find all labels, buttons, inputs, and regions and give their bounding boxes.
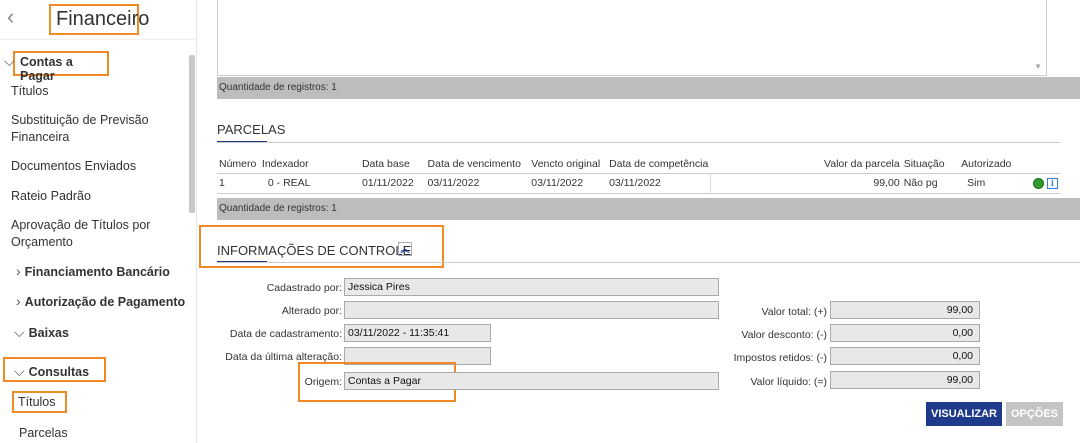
collapse-up-icon[interactable]: ︽ (398, 242, 412, 256)
top-list-count: Quantidade de registros: 1 (217, 77, 1080, 99)
column-header-actions (1019, 156, 1060, 173)
sidebar-group-autorizacao[interactable]: › Autorização de Pagamento (16, 293, 185, 309)
valor-desconto-label: Valor desconto: (-) (741, 329, 827, 341)
cell-indexador: 0 - REAL (259, 172, 360, 194)
column-header[interactable]: Situação (902, 156, 959, 173)
data-cadastramento-field[interactable]: 03/11/2022 - 11:35:41 (344, 324, 491, 342)
sidebar-title: Financeiro (49, 4, 149, 35)
parcelas-title: PARCELAS (217, 122, 286, 137)
column-header[interactable]: Data de competência (607, 156, 710, 173)
sidebar-scrollbar[interactable] (189, 55, 195, 213)
cadastrado-field[interactable]: Jessica Pires (344, 278, 719, 296)
origem-field[interactable]: Contas a Pagar (344, 372, 719, 390)
alterado-label: Alterado por: (281, 305, 342, 317)
info-icon[interactable]: i (1046, 177, 1058, 189)
controle-title: INFORMAÇÕES DE CONTROLE (217, 243, 412, 258)
valor-liquido-label: Valor líquido: (=) (750, 376, 827, 388)
scroll-down-icon[interactable]: ▼ (1034, 62, 1042, 71)
cell-vencto-original: 03/11/2022 (529, 172, 608, 194)
cell-vencimento: 03/11/2022 (425, 172, 530, 194)
alterado-field[interactable] (344, 301, 719, 319)
cell-data-base: 01/11/2022 (359, 172, 426, 194)
cell-situacao: Não pg (901, 172, 960, 194)
sidebar-group-label: Contas a Pagar (20, 55, 73, 83)
opcoes-button[interactable]: OPÇÕES (1006, 402, 1063, 426)
sidebar-group-contas-a-pagar[interactable]: ⌵ Contas a Pagar (4, 51, 109, 83)
visualizar-button[interactable]: VISUALIZAR (926, 402, 1002, 426)
divider (217, 262, 1080, 263)
divider (217, 142, 1060, 143)
cell-valor: 99,00 (710, 172, 902, 194)
main-content: ▼ Quantidade de registros: 1 PARCELAS Nú… (197, 0, 1080, 443)
sidebar-header: ‹ Financeiro (0, 0, 197, 40)
valor-total-field[interactable]: 99,00 (830, 301, 980, 319)
sidebar-item-rateio-padrao[interactable]: Rateio Padrão (11, 188, 91, 205)
cell-competencia: 03/11/2022 (607, 172, 711, 194)
chevron-down-icon: ⌵ (4, 53, 15, 69)
column-header[interactable]: Número (217, 156, 260, 173)
sidebar-item-aprovacao-titulos[interactable]: Aprovação de Títulos por Orçamento (11, 217, 186, 251)
table-header-row: Número Indexador Data base Data de venci… (217, 156, 1060, 173)
sidebar-group-financiamento[interactable]: › Financiamento Bancário (16, 263, 170, 279)
column-header[interactable]: Vencto original (529, 156, 607, 173)
table-row[interactable]: 1 0 - REAL 01/11/2022 03/11/2022 03/11/2… (217, 172, 1060, 194)
status-ok-icon[interactable] (1032, 177, 1044, 189)
chevron-right-icon: › (16, 293, 21, 309)
column-header[interactable]: Autorizado (959, 156, 1019, 173)
column-header[interactable]: Valor da parcela (710, 156, 901, 173)
sidebar-item-titulos[interactable]: Títulos (11, 83, 49, 100)
chevron-down-icon: ⌵ (14, 324, 25, 340)
chevron-down-icon: ⌵ (14, 363, 25, 379)
sidebar-group-consultas[interactable]: ⌵ Consultas (3, 357, 106, 382)
impostos-retidos-label: Impostos retidos: (-) (733, 352, 827, 364)
origem-label: Origem: (304, 376, 342, 388)
valor-liquido-field[interactable]: 99,00 (830, 371, 980, 389)
sidebar-group-label: Autorização de Pagamento (24, 295, 186, 309)
chevron-right-icon: › (16, 263, 21, 279)
cell-actions: i (1018, 172, 1060, 194)
column-header[interactable]: Data base (360, 156, 426, 173)
sidebar-group-label: Financiamento Bancário (24, 265, 170, 279)
sidebar-group-label: Consultas (28, 365, 90, 379)
valor-desconto-field[interactable]: 0,00 (830, 324, 980, 342)
sidebar-item-parcelas[interactable]: Parcelas (19, 425, 68, 442)
data-cadastramento-label: Data de cadastramento: (229, 328, 342, 340)
column-header[interactable]: Data de vencimento (426, 156, 530, 173)
sidebar: ‹ Financeiro ⌵ Contas a Pagar Títulos Su… (0, 0, 197, 443)
cadastrado-label: Cadastrado por: (266, 282, 342, 294)
sidebar-group-label: Baixas (28, 326, 69, 340)
parcelas-count: Quantidade de registros: 1 (217, 198, 1080, 220)
sidebar-item-substituicao-previsao[interactable]: Substituição de Previsão Financeira (11, 112, 186, 146)
impostos-retidos-field[interactable]: 0,00 (830, 347, 980, 365)
sidebar-item-documentos-enviados[interactable]: Documentos Enviados (11, 158, 136, 175)
chevron-left-icon[interactable]: ‹ (7, 4, 21, 30)
valor-total-label: Valor total: (+) (761, 306, 827, 318)
top-list-area[interactable]: ▼ (217, 0, 1047, 76)
sidebar-group-baixas[interactable]: ⌵ Baixas (14, 324, 69, 341)
cell-numero: 1 (217, 172, 260, 194)
parcelas-table: Número Indexador Data base Data de venci… (217, 156, 1060, 194)
sidebar-item-consultas-titulos[interactable]: Títulos (12, 391, 67, 413)
cell-autorizado: Sim (959, 172, 1019, 194)
column-header[interactable]: Indexador (260, 156, 360, 173)
